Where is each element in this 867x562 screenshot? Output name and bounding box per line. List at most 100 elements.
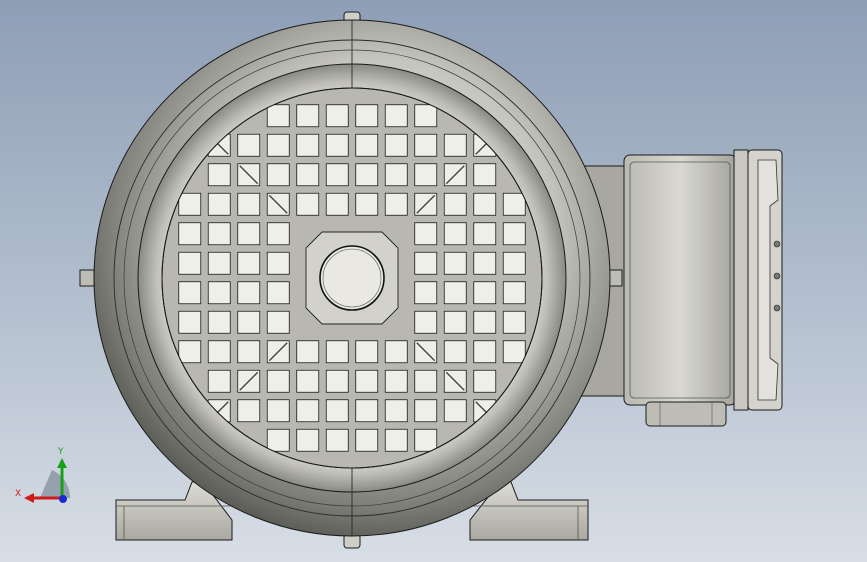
grille-opening — [355, 399, 379, 423]
grille-opening — [237, 399, 261, 423]
grille-opening — [414, 428, 438, 452]
grille-opening — [443, 192, 467, 216]
grille-opening — [384, 163, 408, 187]
grille-opening — [355, 104, 379, 128]
grille-opening — [355, 192, 379, 216]
grille-opening — [266, 428, 290, 452]
grille-opening — [502, 222, 526, 246]
grille-opening — [502, 251, 526, 275]
grille-opening — [384, 399, 408, 423]
grille-opening — [325, 399, 349, 423]
grille-opening — [296, 340, 320, 364]
grille-opening — [207, 251, 231, 275]
grille-opening — [443, 340, 467, 364]
grille-opening — [237, 133, 261, 157]
grille-opening — [296, 163, 320, 187]
grille-opening — [237, 281, 261, 305]
grille-opening — [296, 133, 320, 157]
grille-opening — [237, 251, 261, 275]
grille-opening — [355, 369, 379, 393]
grille-opening — [414, 399, 438, 423]
grille-opening — [296, 428, 320, 452]
grille-opening — [178, 340, 202, 364]
grille-opening — [473, 192, 497, 216]
grille-opening — [207, 222, 231, 246]
grille-opening — [473, 222, 497, 246]
grille-opening — [207, 163, 231, 187]
grille-opening — [266, 399, 290, 423]
grille-opening — [325, 133, 349, 157]
grille-opening — [384, 369, 408, 393]
grille-opening — [414, 163, 438, 187]
grille-opening — [266, 104, 290, 128]
grille-opening — [237, 310, 261, 334]
grille-opening — [502, 281, 526, 305]
grille-opening — [384, 104, 408, 128]
grille-opening — [384, 192, 408, 216]
grille-opening — [443, 399, 467, 423]
grille-opening — [414, 222, 438, 246]
grille-opening — [296, 192, 320, 216]
coordinate-triad: Y X — [15, 447, 71, 503]
grille-opening — [443, 310, 467, 334]
grille-opening — [443, 222, 467, 246]
grille-opening — [443, 251, 467, 275]
grille-opening — [207, 369, 231, 393]
grille-opening — [384, 133, 408, 157]
x-axis-label: X — [15, 489, 21, 499]
grille-opening — [473, 163, 497, 187]
grille-opening — [473, 251, 497, 275]
grille-opening — [355, 163, 379, 187]
grille-opening — [266, 369, 290, 393]
z-axis-dot-icon — [59, 495, 67, 503]
grille-opening — [178, 281, 202, 305]
y-axis-label: Y — [57, 447, 64, 457]
grille-opening — [296, 399, 320, 423]
shaft-hub — [305, 231, 399, 325]
grille-opening — [355, 428, 379, 452]
grille-opening — [237, 192, 261, 216]
grille-opening — [266, 163, 290, 187]
grille-opening — [266, 310, 290, 334]
grille-opening — [384, 340, 408, 364]
grille-opening — [237, 222, 261, 246]
grille-opening — [414, 251, 438, 275]
grille-opening — [414, 310, 438, 334]
grille-opening — [384, 428, 408, 452]
grille-opening — [502, 310, 526, 334]
grille-opening — [207, 340, 231, 364]
grille-opening — [414, 281, 438, 305]
grille-opening — [178, 222, 202, 246]
grille-opening — [414, 133, 438, 157]
grille-opening — [178, 310, 202, 334]
grille-opening — [237, 340, 261, 364]
grille-opening — [355, 340, 379, 364]
triad-plane-icon — [40, 470, 71, 498]
grille-opening — [502, 340, 526, 364]
grille-opening — [414, 104, 438, 128]
grille-opening — [207, 310, 231, 334]
grille-opening — [266, 251, 290, 275]
graphics-viewport[interactable]: Y X — [0, 0, 867, 562]
grille-opening — [502, 192, 526, 216]
grille-opening — [296, 104, 320, 128]
grille-opening — [178, 251, 202, 275]
grille-opening — [443, 133, 467, 157]
grille-opening — [207, 281, 231, 305]
grille-opening — [178, 192, 202, 216]
grille-opening — [325, 428, 349, 452]
grille-opening — [296, 369, 320, 393]
motor-model[interactable] — [0, 0, 867, 562]
grille-opening — [473, 369, 497, 393]
grille-opening — [414, 369, 438, 393]
grille-opening — [325, 163, 349, 187]
grille-opening — [443, 281, 467, 305]
grille-opening — [325, 104, 349, 128]
grille-opening — [355, 133, 379, 157]
grille-opening — [325, 340, 349, 364]
grille-opening — [266, 281, 290, 305]
grille-opening — [266, 222, 290, 246]
grille-opening — [325, 192, 349, 216]
grille-opening — [207, 192, 231, 216]
grille-opening — [266, 133, 290, 157]
